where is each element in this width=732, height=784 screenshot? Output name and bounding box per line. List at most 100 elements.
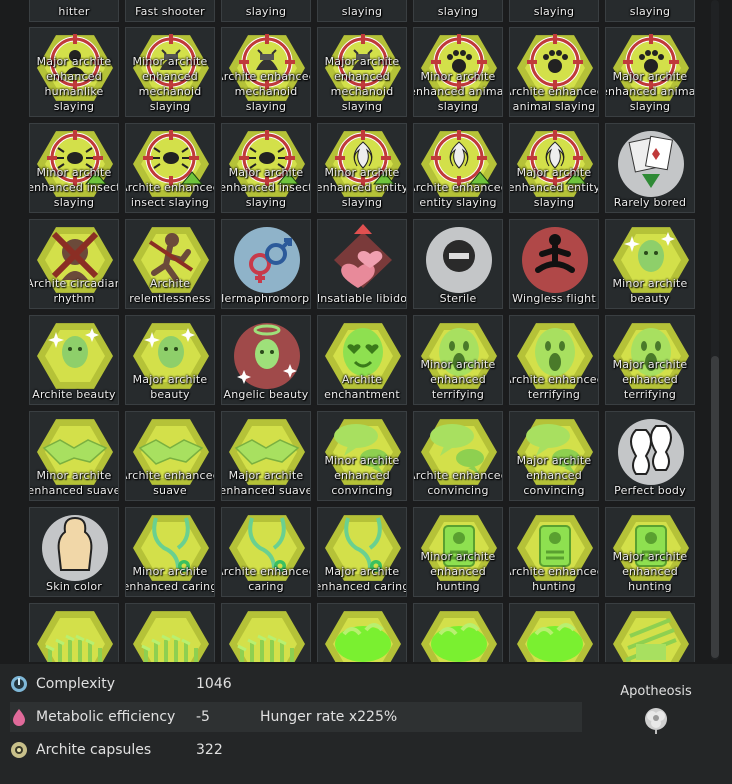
gene-tile[interactable]: Major archite	[509, 603, 599, 662]
gene-tile[interactable]: Major archite beauty	[125, 315, 215, 405]
gene-tile[interactable]: Archite enhanced convincing	[413, 411, 503, 501]
gene-label: Archite enhanced caring	[221, 565, 311, 593]
gene-tile[interactable]: Archite	[125, 603, 215, 662]
gene-label: Minor archite enhanced convincing	[324, 454, 400, 497]
gene-label: Minor archite enhanced animal slaying	[413, 70, 503, 113]
gene-tile[interactable]: Minor archite enhanced entity slaying	[317, 123, 407, 213]
gene-label: Major archite enhanced mechanoid slaying	[324, 55, 400, 113]
gene-label: Archite enhanced terrifying	[509, 373, 599, 401]
gene-tile[interactable]: Archite circadian rhythm	[29, 219, 119, 309]
gene-label: Major archite beauty	[132, 373, 208, 401]
gene-label: Minor archite enhanced insect slaying	[29, 166, 119, 209]
gene-label: Wingless flight	[512, 292, 596, 305]
gene-tile[interactable]: Wingless flight	[509, 219, 599, 309]
gene-tile[interactable]: Minor archite enhanced hunting	[413, 507, 503, 597]
gene-tile[interactable]: Major archite enhanced suave	[221, 411, 311, 501]
gene-tile[interactable]: Major archite enhanced entity slaying	[509, 123, 599, 213]
gene-tile[interactable]: Perfect body	[605, 411, 695, 501]
gene-tile[interactable]: Archite relentlessness	[125, 219, 215, 309]
flower-icon	[645, 708, 667, 734]
gene-tile[interactable]: Archite enchantment	[317, 315, 407, 405]
gene-tile[interactable]: slaying	[509, 0, 599, 22]
gene-label: Sterile	[439, 292, 477, 305]
complexity-label: Complexity	[36, 676, 116, 692]
gene-label: Major archite enhanced terrifying	[612, 358, 688, 401]
gene-label: Skin color	[46, 580, 102, 593]
gene-tile[interactable]: Archite enhanced caring	[221, 507, 311, 597]
gene-tile[interactable]: Hermaphromorph	[221, 219, 311, 309]
gene-label: Major archite enhanced animal slaying	[605, 70, 695, 113]
gene-tile[interactable]: Archite	[413, 603, 503, 662]
gene-label: Archite enchantment	[324, 373, 400, 401]
gene-tile[interactable]: Minor archite enhanced caring	[125, 507, 215, 597]
gene-label: hitter	[58, 5, 90, 18]
gene-tile[interactable]: Minor archite	[29, 603, 119, 662]
gene-tile[interactable]: Archite beauty	[29, 315, 119, 405]
metabolism-icon	[13, 709, 25, 726]
gene-tile[interactable]: Archite enhanced entity slaying	[413, 123, 503, 213]
gene-label: Archite enhanced insect slaying	[125, 181, 215, 209]
gene-tile[interactable]: Minor archite enhanced insect slaying	[29, 123, 119, 213]
plants-icon	[133, 611, 209, 662]
gene-tile[interactable]: Major archite enhanced insect slaying	[221, 123, 311, 213]
xenotype-panel[interactable]: Apotheosis	[610, 684, 702, 739]
scrollbar-thumb[interactable]	[711, 356, 719, 658]
gene-tile[interactable]: slaying	[317, 0, 407, 22]
gene-tile[interactable]: Insatiable libido	[317, 219, 407, 309]
gene-label: Archite beauty	[32, 388, 116, 401]
archite-capsule-icon	[11, 742, 27, 758]
gene-tile[interactable]: Minor archite	[317, 603, 407, 662]
gene-tile[interactable]: Major archite enhanced caring	[317, 507, 407, 597]
archite-value: 322	[196, 742, 223, 758]
gene-tile[interactable]: Archite enhanced insect slaying	[125, 123, 215, 213]
gene-label: Major archite enhanced caring	[317, 565, 407, 593]
gene-tile[interactable]: Minor archite beauty	[605, 219, 695, 309]
gene-tile[interactable]: Minor archite enhanced terrifying	[413, 315, 503, 405]
gene-label: Hermaphromorph	[221, 292, 310, 305]
gene-label: Major archite enhanced convincing	[516, 454, 592, 497]
gene-tile[interactable]: Sterile	[413, 219, 503, 309]
gene-tile[interactable]: Fast shooter	[125, 0, 215, 22]
gene-tile[interactable]: slaying	[413, 0, 503, 22]
gene-label: Minor archite enhanced caring	[125, 565, 215, 593]
gene-tile[interactable]: Major archite enhanced convincing	[509, 411, 599, 501]
gene-tile[interactable]: Archite enhanced hunting	[509, 507, 599, 597]
gene-label: Archite enhanced entity slaying	[413, 181, 503, 209]
gene-label: Minor archite enhanced terrifying	[420, 358, 496, 401]
gene-tile[interactable]: Rarely bored	[605, 123, 695, 213]
gene-tile[interactable]: hitter	[29, 0, 119, 22]
crops-icon	[325, 611, 401, 662]
gene-tile[interactable]: Major archite enhanced hunting	[605, 507, 695, 597]
metabolic-value: -5	[196, 709, 210, 725]
gene-tile[interactable]: slaying	[605, 0, 695, 22]
gene-tile[interactable]: Minor archite enhanced suave	[29, 411, 119, 501]
gene-label: Minor archite enhanced hunting	[420, 550, 496, 593]
gene-tile[interactable]: Archite enhanced suave	[125, 411, 215, 501]
gene-tile[interactable]: Major archite enhanced animal slaying	[605, 27, 695, 117]
gene-tile[interactable]: Skin color	[29, 507, 119, 597]
gene-tile[interactable]: Minor archite enhanced convincing	[317, 411, 407, 501]
metabolic-row: Metabolic efficiency -5 Hunger rate x225…	[10, 702, 582, 732]
gene-tile[interactable]: Archite enhanced animal slaying	[509, 27, 599, 117]
gene-label: slaying	[341, 5, 383, 18]
gene-label: slaying	[533, 5, 575, 18]
gene-tile[interactable]: Archite enhanced mechanoid slaying	[221, 27, 311, 117]
gene-label: Archite circadian rhythm	[29, 277, 119, 305]
gene-label: Archite relentlessness	[129, 277, 211, 305]
gene-tile[interactable]: slaying	[221, 0, 311, 22]
gene-tile[interactable]: Major archite enhanced humanlike slaying	[29, 27, 119, 117]
gene-tile[interactable]: Archite enhanced terrifying	[509, 315, 599, 405]
gene-tile[interactable]: Minor archite	[605, 603, 695, 662]
gene-label: Archite enhanced suave	[125, 469, 215, 497]
gene-label: Archite enhanced convincing	[413, 469, 503, 497]
gene-label: Archite enhanced animal slaying	[509, 85, 599, 113]
gene-tile[interactable]: Minor archite enhanced animal slaying	[413, 27, 503, 117]
gene-grid: hitter Fast shooter slaying slaying slaying s…	[0, 0, 732, 662]
archite-row: Archite capsules 322	[10, 735, 246, 765]
gene-tile[interactable]: Angelic beauty	[221, 315, 311, 405]
gene-tile[interactable]: Major archite	[221, 603, 311, 662]
gene-tile[interactable]: Minor archite enhanced mechanoid slaying	[125, 27, 215, 117]
gene-label: Minor archite enhanced entity slaying	[317, 166, 407, 209]
gene-tile[interactable]: Major archite enhanced mechanoid slaying	[317, 27, 407, 117]
gene-tile[interactable]: Major archite enhanced terrifying	[605, 315, 695, 405]
